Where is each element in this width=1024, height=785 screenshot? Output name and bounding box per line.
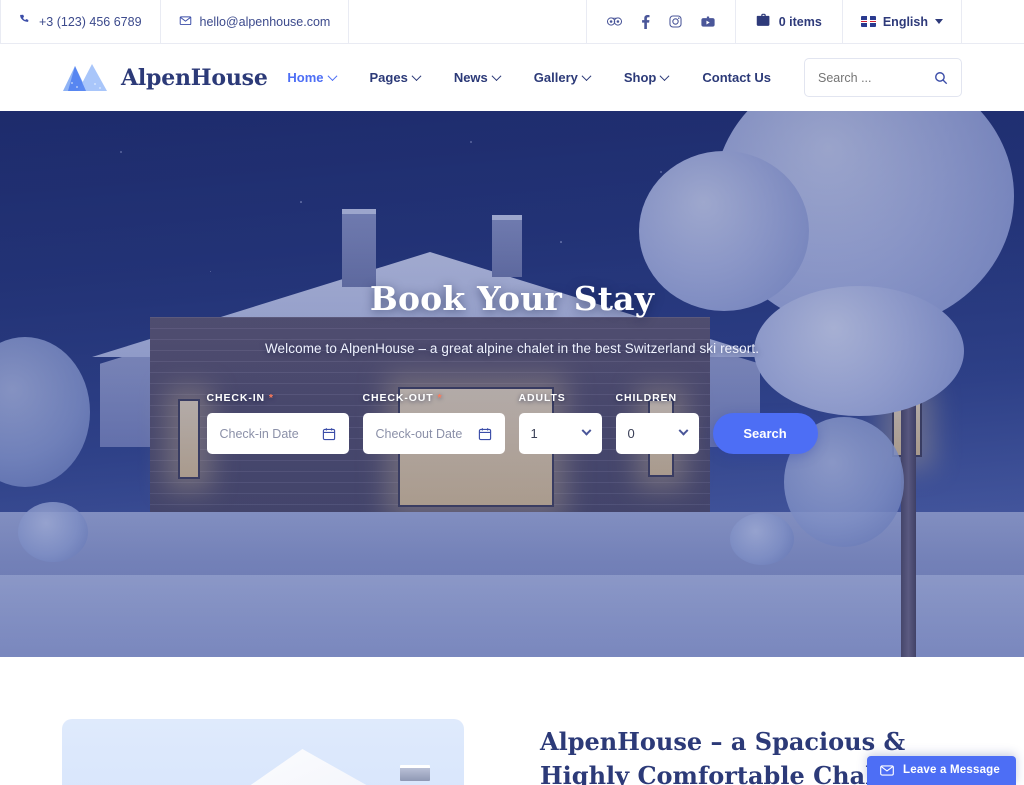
calendar-icon[interactable]	[478, 427, 492, 441]
site-header: AlpenHouse Home Pages News Gallery Shop	[0, 44, 1024, 111]
required-asterisk: *	[268, 392, 274, 404]
header-search[interactable]	[804, 58, 962, 97]
chevron-down-icon	[678, 425, 688, 436]
required-asterisk: *	[437, 392, 443, 404]
check-out-label-text: CHECK-OUT	[362, 392, 434, 404]
language-switcher[interactable]: English	[841, 0, 962, 43]
nav-label-gallery: Gallery	[533, 70, 578, 85]
cart-items-count: 0 items	[778, 14, 822, 29]
booking-form: CHECK-IN * Check-in Date CHECK-OUT * Che…	[206, 392, 818, 454]
nav-label-contact-us: Contact Us	[702, 70, 771, 85]
mountain-logo-icon	[62, 63, 108, 93]
chevron-down-icon	[659, 71, 670, 82]
field-check-out: CHECK-OUT * Check-out Date	[362, 392, 505, 454]
nav-item-news[interactable]: News	[437, 70, 517, 85]
calendar-icon[interactable]	[322, 427, 336, 441]
social-links	[585, 0, 735, 43]
top-bar-spacer	[348, 0, 585, 43]
check-in-placeholder: Check-in Date	[219, 426, 299, 441]
children-label: CHILDREN	[615, 392, 677, 404]
leave-a-message-widget[interactable]: Leave a Message	[867, 756, 1016, 785]
phone-number: +3 (123) 456 6789	[39, 14, 142, 29]
check-out-input[interactable]: Check-out Date	[362, 413, 505, 454]
hero-section: Book Your Stay Welcome to AlpenHouse – a…	[0, 111, 1024, 657]
phone-icon	[19, 14, 31, 29]
adults-value: 1	[530, 426, 538, 441]
nav-label-home: Home	[287, 70, 324, 85]
top-bar: +3 (123) 456 6789 hello@alpenhouse.com 0…	[0, 0, 1024, 44]
nav-item-contact-us[interactable]: Contact Us	[685, 70, 788, 85]
facebook-icon[interactable]	[641, 14, 650, 29]
brand-logo[interactable]: AlpenHouse	[62, 63, 268, 93]
adults-select[interactable]: 1	[518, 413, 602, 454]
email-address: hello@alpenhouse.com	[199, 14, 331, 29]
field-check-in: CHECK-IN * Check-in Date	[206, 392, 349, 454]
children-value: 0	[627, 426, 635, 441]
cart-icon	[756, 13, 771, 30]
chevron-down-icon	[935, 19, 943, 24]
leave-a-message-label: Leave a Message	[903, 764, 1000, 776]
cart-link[interactable]: 0 items	[734, 0, 842, 43]
hero-subtitle: Welcome to AlpenHouse – a great alpine c…	[264, 341, 760, 356]
search-input[interactable]	[818, 70, 928, 85]
chevron-down-icon	[327, 71, 337, 82]
check-out-label: CHECK-OUT *	[363, 392, 505, 404]
field-adults: ADULTS 1	[518, 392, 602, 454]
phone-contact[interactable]: +3 (123) 456 6789	[0, 0, 160, 43]
check-out-placeholder: Check-out Date	[375, 426, 463, 441]
top-bar-right-group: 0 items English	[585, 0, 1024, 43]
children-select[interactable]: 0	[615, 413, 699, 454]
booking-search-button[interactable]: Search	[712, 413, 818, 454]
search-icon[interactable]	[934, 71, 948, 85]
envelope-icon	[880, 764, 894, 776]
adults-label: ADULTS	[518, 392, 566, 404]
nav-item-pages[interactable]: Pages	[353, 70, 437, 85]
language-label: English	[882, 14, 928, 29]
chevron-down-icon	[411, 71, 422, 82]
top-bar-end-cell	[962, 0, 1024, 43]
hero-content: Book Your Stay Welcome to AlpenHouse – a…	[0, 111, 1024, 657]
envelope-icon	[179, 14, 192, 30]
youtube-icon[interactable]	[701, 16, 715, 28]
nav-label-pages: Pages	[369, 70, 408, 85]
hero-title: Book Your Stay	[369, 279, 655, 318]
uk-flag-icon	[860, 16, 876, 27]
chevron-down-icon	[581, 425, 591, 436]
brand-name: AlpenHouse	[121, 64, 268, 91]
check-in-label: CHECK-IN *	[207, 392, 349, 404]
check-in-input[interactable]: Check-in Date	[206, 413, 349, 454]
about-image	[62, 719, 464, 785]
chevron-down-icon	[491, 71, 502, 82]
nav-item-shop[interactable]: Shop	[607, 70, 686, 85]
mini-chimney-2	[400, 765, 430, 781]
page-root: +3 (123) 456 6789 hello@alpenhouse.com 0…	[0, 0, 1024, 785]
nav-item-gallery[interactable]: Gallery	[517, 70, 607, 85]
nav-label-shop: Shop	[623, 70, 657, 85]
field-children: CHILDREN 0	[615, 392, 699, 454]
chevron-down-icon	[581, 71, 592, 82]
tripadvisor-icon[interactable]	[606, 16, 622, 27]
main-navigation: Home Pages News Gallery Shop Contact Us	[270, 58, 962, 97]
nav-item-home[interactable]: Home	[270, 70, 352, 85]
check-in-label-text: CHECK-IN	[206, 392, 266, 404]
nav-label-news: News	[453, 70, 488, 85]
instagram-icon[interactable]	[669, 15, 682, 28]
top-bar-contact-group: +3 (123) 456 6789 hello@alpenhouse.com	[0, 0, 348, 43]
email-contact[interactable]: hello@alpenhouse.com	[159, 0, 349, 43]
